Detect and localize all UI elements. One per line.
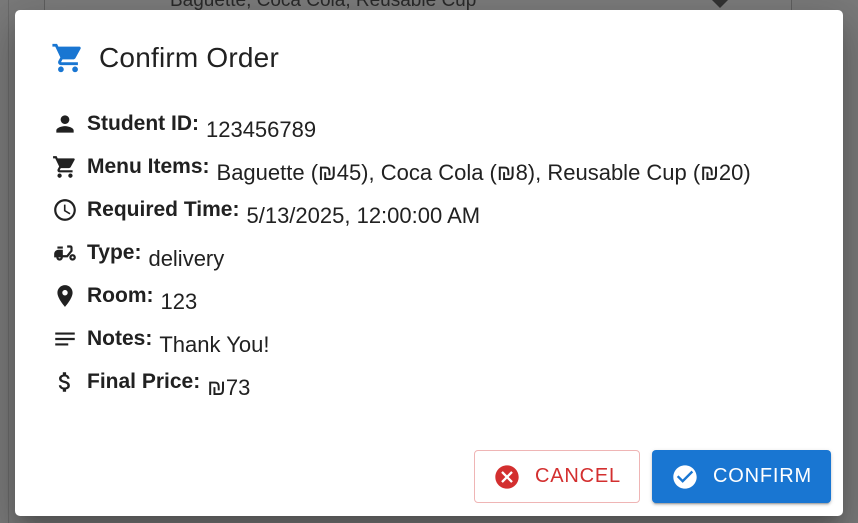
- location-pin-icon: [52, 283, 78, 309]
- detail-row-required-time: Required Time: 5/13/2025, 12:00:00 AM: [52, 197, 480, 228]
- detail-row-menu-items: Menu Items: Baguette (₪45), Coca Cola (₪…: [52, 154, 751, 185]
- type-label: Type:: [87, 241, 142, 264]
- notes-label: Notes:: [87, 327, 153, 350]
- detail-row-student-id: Student ID: 123456789: [52, 111, 316, 142]
- shopping-cart-icon: [52, 154, 78, 180]
- dollar-icon: [52, 369, 78, 395]
- menu-items-value: Baguette (₪45), Coca Cola (₪8), Reusable…: [216, 160, 751, 185]
- cancel-icon: [493, 463, 521, 491]
- detail-row-room: Room: 123: [52, 283, 197, 314]
- detail-row-notes: Notes: Thank You!: [52, 326, 269, 357]
- cancel-button-label: CANCEL: [535, 465, 621, 487]
- person-icon: [52, 111, 78, 137]
- final-price-label: Final Price:: [87, 370, 201, 393]
- required-time-value: 5/13/2025, 12:00:00 AM: [246, 203, 481, 228]
- student-id-label: Student ID:: [87, 112, 199, 135]
- shopping-cart-icon: [51, 41, 85, 75]
- dialog-title-text: Confirm Order: [99, 42, 279, 73]
- dialog-title: Confirm Order: [51, 41, 279, 75]
- notes-icon: [52, 326, 78, 352]
- detail-row-type: Type: delivery: [52, 240, 224, 271]
- delivery-scooter-icon: [52, 240, 78, 266]
- required-time-label: Required Time:: [87, 198, 240, 221]
- check-circle-icon: [671, 463, 699, 491]
- room-label: Room:: [87, 284, 154, 307]
- menu-items-label: Menu Items:: [87, 155, 210, 178]
- confirm-order-dialog: Confirm Order Student ID: 123456789 Menu…: [15, 10, 843, 516]
- room-value: 123: [160, 289, 198, 314]
- notes-value: Thank You!: [159, 332, 270, 357]
- clock-icon: [52, 197, 78, 223]
- final-price-value: ₪73: [207, 375, 251, 400]
- confirm-button[interactable]: CONFIRM: [652, 450, 831, 503]
- type-value: delivery: [148, 246, 225, 271]
- background-select-arrow-icon: [712, 0, 728, 8]
- background-divider: [8, 0, 9, 523]
- student-id-value: 123456789: [205, 117, 317, 142]
- cancel-button[interactable]: CANCEL: [474, 450, 640, 503]
- detail-row-final-price: Final Price: ₪73: [52, 369, 250, 400]
- confirm-button-label: CONFIRM: [713, 465, 812, 487]
